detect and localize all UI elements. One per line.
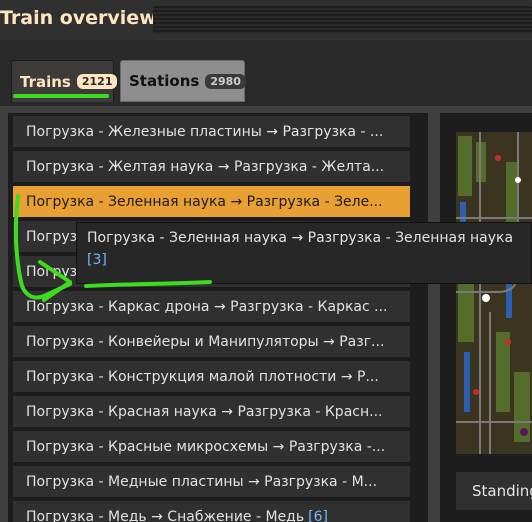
minimap-drawing [456,132,532,454]
train-list-item-label: Погрузка - Медь → Снабжение - Медь [26,508,305,522]
tab-trains-label: Trains [20,72,71,91]
train-list-item-count: [6] [308,508,328,522]
train-list-item[interactable]: Погрузка - Конвейеры и Манипуляторы → Ра… [13,326,410,358]
train-list-item-label: Погрузка - Конструкция малой плотности →… [26,368,379,385]
train-status-label: Standing [456,472,532,510]
tooltip-train-count: [3] [87,252,107,268]
tab-stations[interactable]: Stations 2980 [120,60,246,102]
train-list-item-label: Погрузка - Красные микросхемы → Разгрузк… [26,438,386,455]
train-list-item[interactable]: Погрузка - Зеленная наука → Разгрузка - … [13,186,410,218]
train-minimap[interactable] [456,132,532,454]
train-list-item-label: Погрузка - Железные пластины → Разгрузка… [26,123,384,140]
train-tooltip: Погрузка - Зеленная наука → Разгрузка - … [76,222,532,284]
window-drag-handle[interactable] [153,6,532,34]
train-list-item-label: Погрузка - Красная наука → Разгрузка - К… [26,403,383,420]
train-list-item-label: Погрузка - Медные пластины → Разгрузка -… [26,473,378,490]
train-list-item-label: Погрузка - Зеленная наука → Разгрузка - … [26,193,383,210]
tooltip-title: Погрузка - Зеленная наука → Разгрузка - … [87,230,514,246]
title-bar: Train overview [0,0,532,40]
tab-trains-count-badge: 2121 [76,74,118,89]
train-list-item[interactable]: Погрузка - Железные пластины → Разгрузка… [13,116,410,148]
train-list-item[interactable]: Погрузка - Каркас дрона → Разгрузка - Ка… [13,291,410,323]
train-list-item-label: Погрузка - Желтая наука → Разгрузка - Же… [26,158,385,175]
train-list-item[interactable]: Погрузка - Медные пластины → Разгрузка -… [13,466,410,498]
train-list-item[interactable]: Погрузка - Красная наука → Разгрузка - К… [13,396,410,428]
train-list-item-label: Погрузка - Конвейеры и Манипуляторы → Ра… [26,333,385,350]
train-list-item-label: Погрузка - Каркас дрона → Разгрузка - Ка… [26,298,388,315]
train-list-item[interactable]: Погрузка - Красные микросхемы → Разгрузк… [13,431,410,463]
train-list-item[interactable]: Погрузка - Желтая наука → Разгрузка - Же… [13,151,410,183]
train-list-item[interactable]: Погрузка - Медь → Снабжение - Медь [6] [13,501,410,522]
train-list-scrollbar[interactable] [412,116,424,522]
tab-highlight-mark [13,94,109,98]
tab-stations-count-badge: 2980 [205,73,246,89]
train-list[interactable]: Погрузка - Железные пластины → Разгрузка… [13,116,410,522]
window-title: Train overview [0,7,157,29]
train-list-item[interactable]: Погрузка - Конструкция малой плотности →… [13,361,410,393]
tab-stations-label: Stations [129,72,200,90]
